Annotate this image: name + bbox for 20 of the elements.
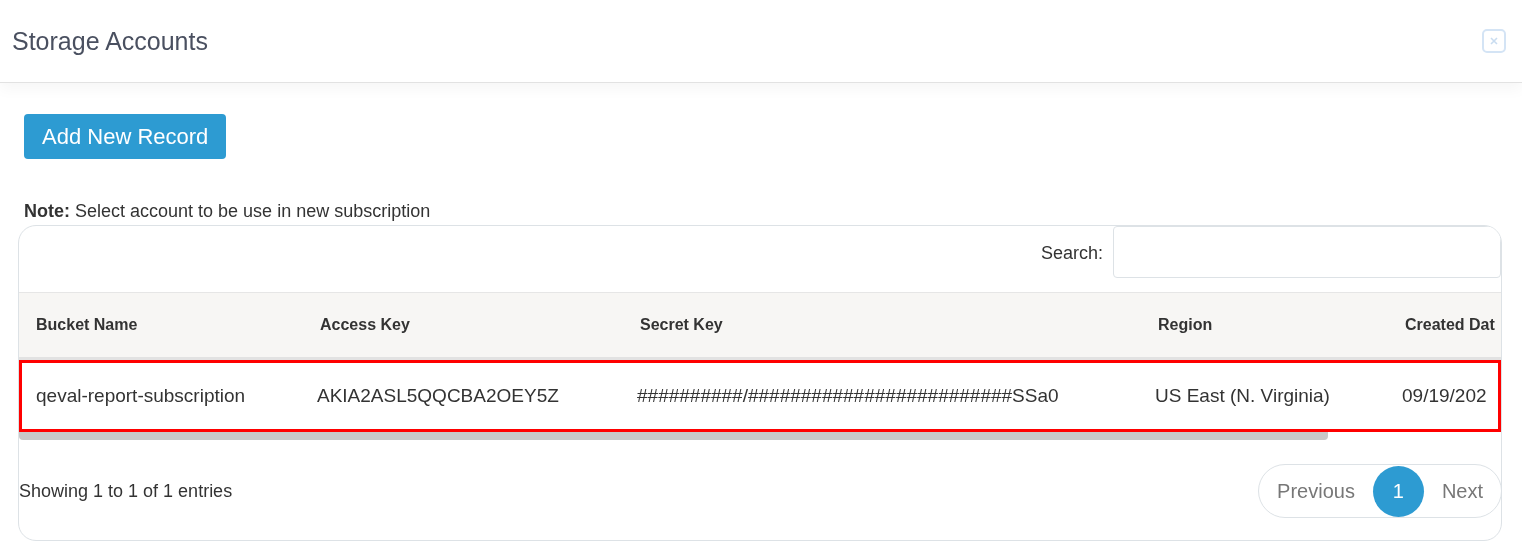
note-text: Note: Select account to be use in new subscription: [24, 201, 432, 222]
previous-button[interactable]: Previous: [1259, 465, 1373, 517]
entries-info: Showing 1 to 1 of 1 entries: [19, 480, 233, 502]
scrollbar-thumb[interactable]: [19, 432, 1328, 440]
table-cell-text: AKIA2ASL5QQCBA2OEY5Z: [316, 385, 560, 407]
close-icon[interactable]: [1482, 29, 1506, 53]
table-cell-text: qeval-report-subscription: [35, 385, 247, 407]
column-header[interactable]: Bucket Name: [19, 316, 303, 334]
next-button[interactable]: Next: [1423, 465, 1501, 517]
window-title: Storage Accounts: [12, 26, 208, 56]
table-cell-text: US East (N. Virginia): [1154, 385, 1331, 407]
search-field[interactable]: [1113, 226, 1501, 278]
table-cell-text: ##########/#########################SSa0: [636, 385, 1060, 407]
column-header[interactable]: Secret Key: [623, 316, 1141, 334]
column-header[interactable]: Region: [1141, 316, 1388, 334]
search-label: Search:: [1040, 242, 1103, 264]
column-header[interactable]: Access Key: [303, 316, 623, 334]
table-row[interactable]: qeval-report-subscription AKIA2ASL5QQCBA2OEY5Z ##########/#########################SSa0 US East (N. Virginia) 09/19/202: [19, 360, 1501, 432]
table-cell-text: 09/19/202: [1401, 385, 1488, 407]
column-header[interactable]: Created Dat: [1388, 316, 1501, 334]
